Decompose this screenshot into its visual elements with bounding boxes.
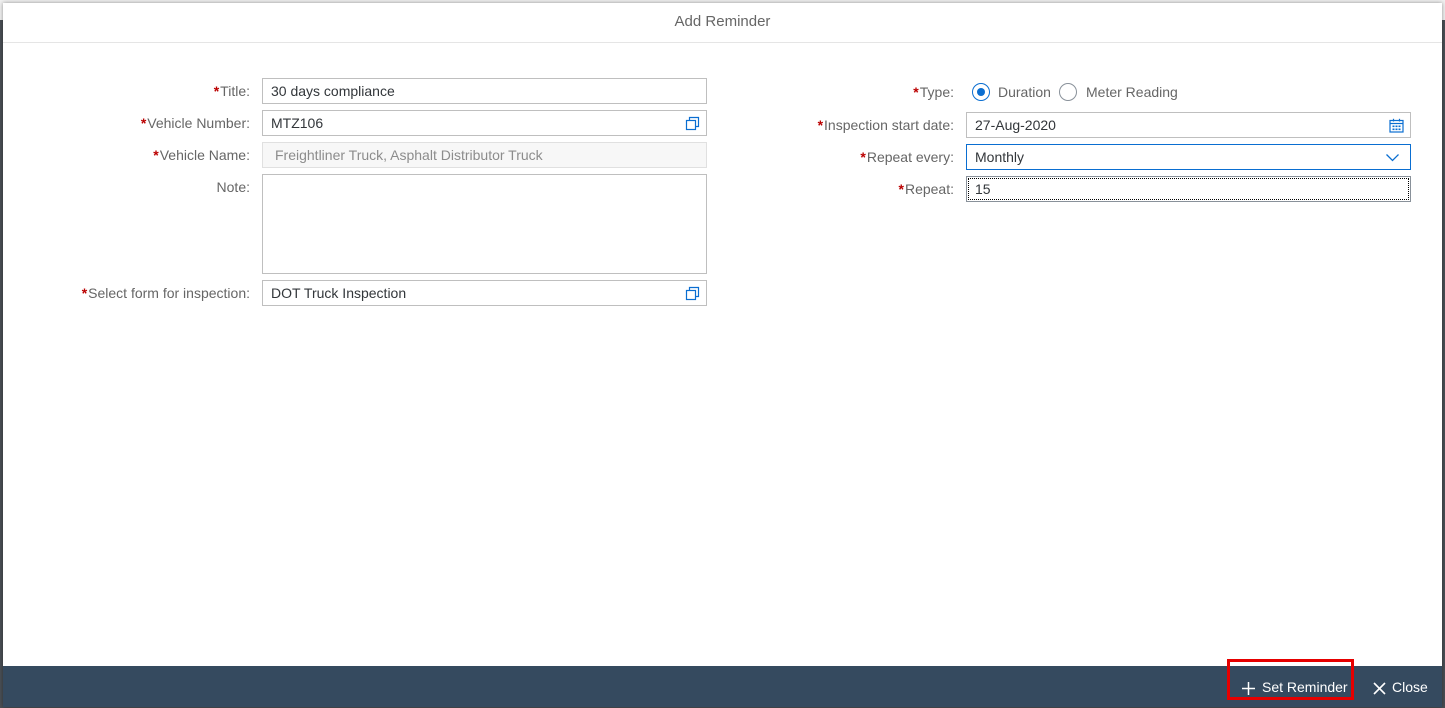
radio-meter-reading-label[interactable]: Meter Reading (1086, 83, 1178, 101)
repeat-input[interactable]: 15 (966, 176, 1411, 202)
vehicle-number-input[interactable]: MTZ106 (262, 110, 707, 136)
note-textarea[interactable] (262, 174, 707, 274)
close-icon (1373, 682, 1386, 695)
repeat-every-select[interactable]: Monthly (966, 144, 1411, 170)
required-marker: * (213, 83, 220, 99)
vehicle-number-label: *Vehicle Number: (43, 110, 250, 136)
start-date-picker[interactable]: 27-Aug-2020 (966, 112, 1411, 138)
inspection-form-label-text: Select form for inspection: (88, 285, 250, 301)
repeat-every-label-text: Repeat every: (866, 149, 954, 165)
title-label-text: Title: (220, 83, 250, 99)
repeat-label-text: Repeat: (904, 181, 954, 197)
value-help-icon[interactable] (685, 286, 700, 301)
plus-icon (1242, 681, 1255, 695)
vehicle-name-input: Freightliner Truck, Asphalt Distributor … (262, 142, 707, 168)
title-input[interactable]: 30 days compliance (262, 78, 707, 104)
vehicle-name-label: *Vehicle Name: (43, 142, 250, 168)
radio-duration-label[interactable]: Duration (998, 83, 1051, 101)
inspection-form-value: DOT Truck Inspection (271, 285, 407, 301)
repeat-label: *Repeat: (763, 176, 955, 202)
calendar-icon[interactable] (1389, 118, 1404, 133)
dialog-footer: Set Reminder Close (3, 659, 1442, 707)
required-marker: * (913, 84, 919, 100)
value-help-icon[interactable] (685, 116, 700, 131)
required-marker: * (153, 147, 159, 163)
type-label: *Type: (763, 79, 954, 105)
vehicle-number-value: MTZ106 (271, 115, 324, 131)
repeat-every-value: Monthly (975, 149, 1025, 165)
vehicle-name-label-text: Vehicle Name: (159, 147, 250, 163)
type-label-text: Type: (919, 84, 954, 100)
add-reminder-dialog: Add Reminder *Title: 30 days compliance … (3, 3, 1442, 707)
repeat-every-label: *Repeat every: (763, 144, 954, 170)
start-date-label-text: Inspection start date: (824, 117, 954, 133)
required-marker: * (140, 115, 147, 131)
required-marker: * (898, 181, 904, 197)
chevron-down-icon[interactable] (1385, 150, 1400, 165)
required-marker: * (860, 149, 866, 165)
close-button[interactable]: Close (1373, 673, 1428, 701)
set-reminder-label: Set Reminder (1262, 679, 1348, 695)
set-reminder-button[interactable]: Set Reminder (1241, 673, 1348, 701)
radio-duration[interactable] (972, 83, 990, 101)
start-date-label: *Inspection start date: (763, 112, 954, 138)
inspection-form-input[interactable]: DOT Truck Inspection (262, 280, 707, 306)
required-marker: * (81, 285, 88, 301)
required-marker: * (817, 117, 824, 133)
radio-meter-reading[interactable] (1059, 83, 1077, 101)
inspection-form-label: *Select form for inspection: (43, 280, 250, 306)
start-date-value: 27-Aug-2020 (975, 117, 1056, 133)
vehicle-number-label-text: Vehicle Number: (147, 115, 250, 131)
note-label: Note: (216, 179, 250, 195)
close-label: Close (1392, 679, 1428, 695)
dialog-title: Add Reminder (3, 3, 1442, 43)
title-label: *Title: (43, 78, 250, 104)
